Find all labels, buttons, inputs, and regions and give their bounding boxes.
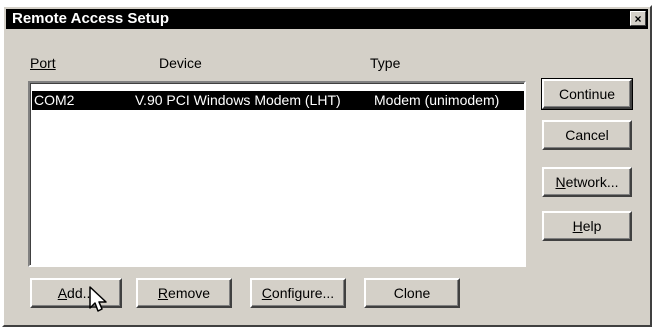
mouse-pointer-icon <box>89 286 107 312</box>
remote-access-setup-dialog: Remote Access Setup × Port Device Type C… <box>2 5 652 327</box>
close-icon[interactable]: × <box>630 11 646 26</box>
clone-button[interactable]: Clone <box>364 278 460 308</box>
configure-button[interactable]: Configure... <box>250 278 346 308</box>
list-item[interactable]: COM2 V.90 PCI Windows Modem (LHT) Modem … <box>32 91 524 110</box>
remove-button[interactable]: Remove <box>136 278 232 308</box>
row-port: COM2 <box>34 92 75 108</box>
cancel-button[interactable]: Cancel <box>542 120 632 150</box>
port-listbox[interactable]: COM2 V.90 PCI Windows Modem (LHT) Modem … <box>28 81 526 267</box>
column-header-port: Port <box>30 55 56 71</box>
row-type: Modem (unimodem) <box>374 92 500 108</box>
title-bar[interactable]: Remote Access Setup × <box>6 9 648 29</box>
row-device: V.90 PCI Windows Modem (LHT) <box>135 92 341 108</box>
window-title: Remote Access Setup <box>12 10 170 27</box>
network-button[interactable]: Network... <box>542 167 632 197</box>
continue-button[interactable]: Continue <box>541 78 633 110</box>
column-header-device: Device <box>159 55 202 71</box>
column-header-type: Type <box>370 55 401 71</box>
help-button[interactable]: Help <box>542 211 632 241</box>
